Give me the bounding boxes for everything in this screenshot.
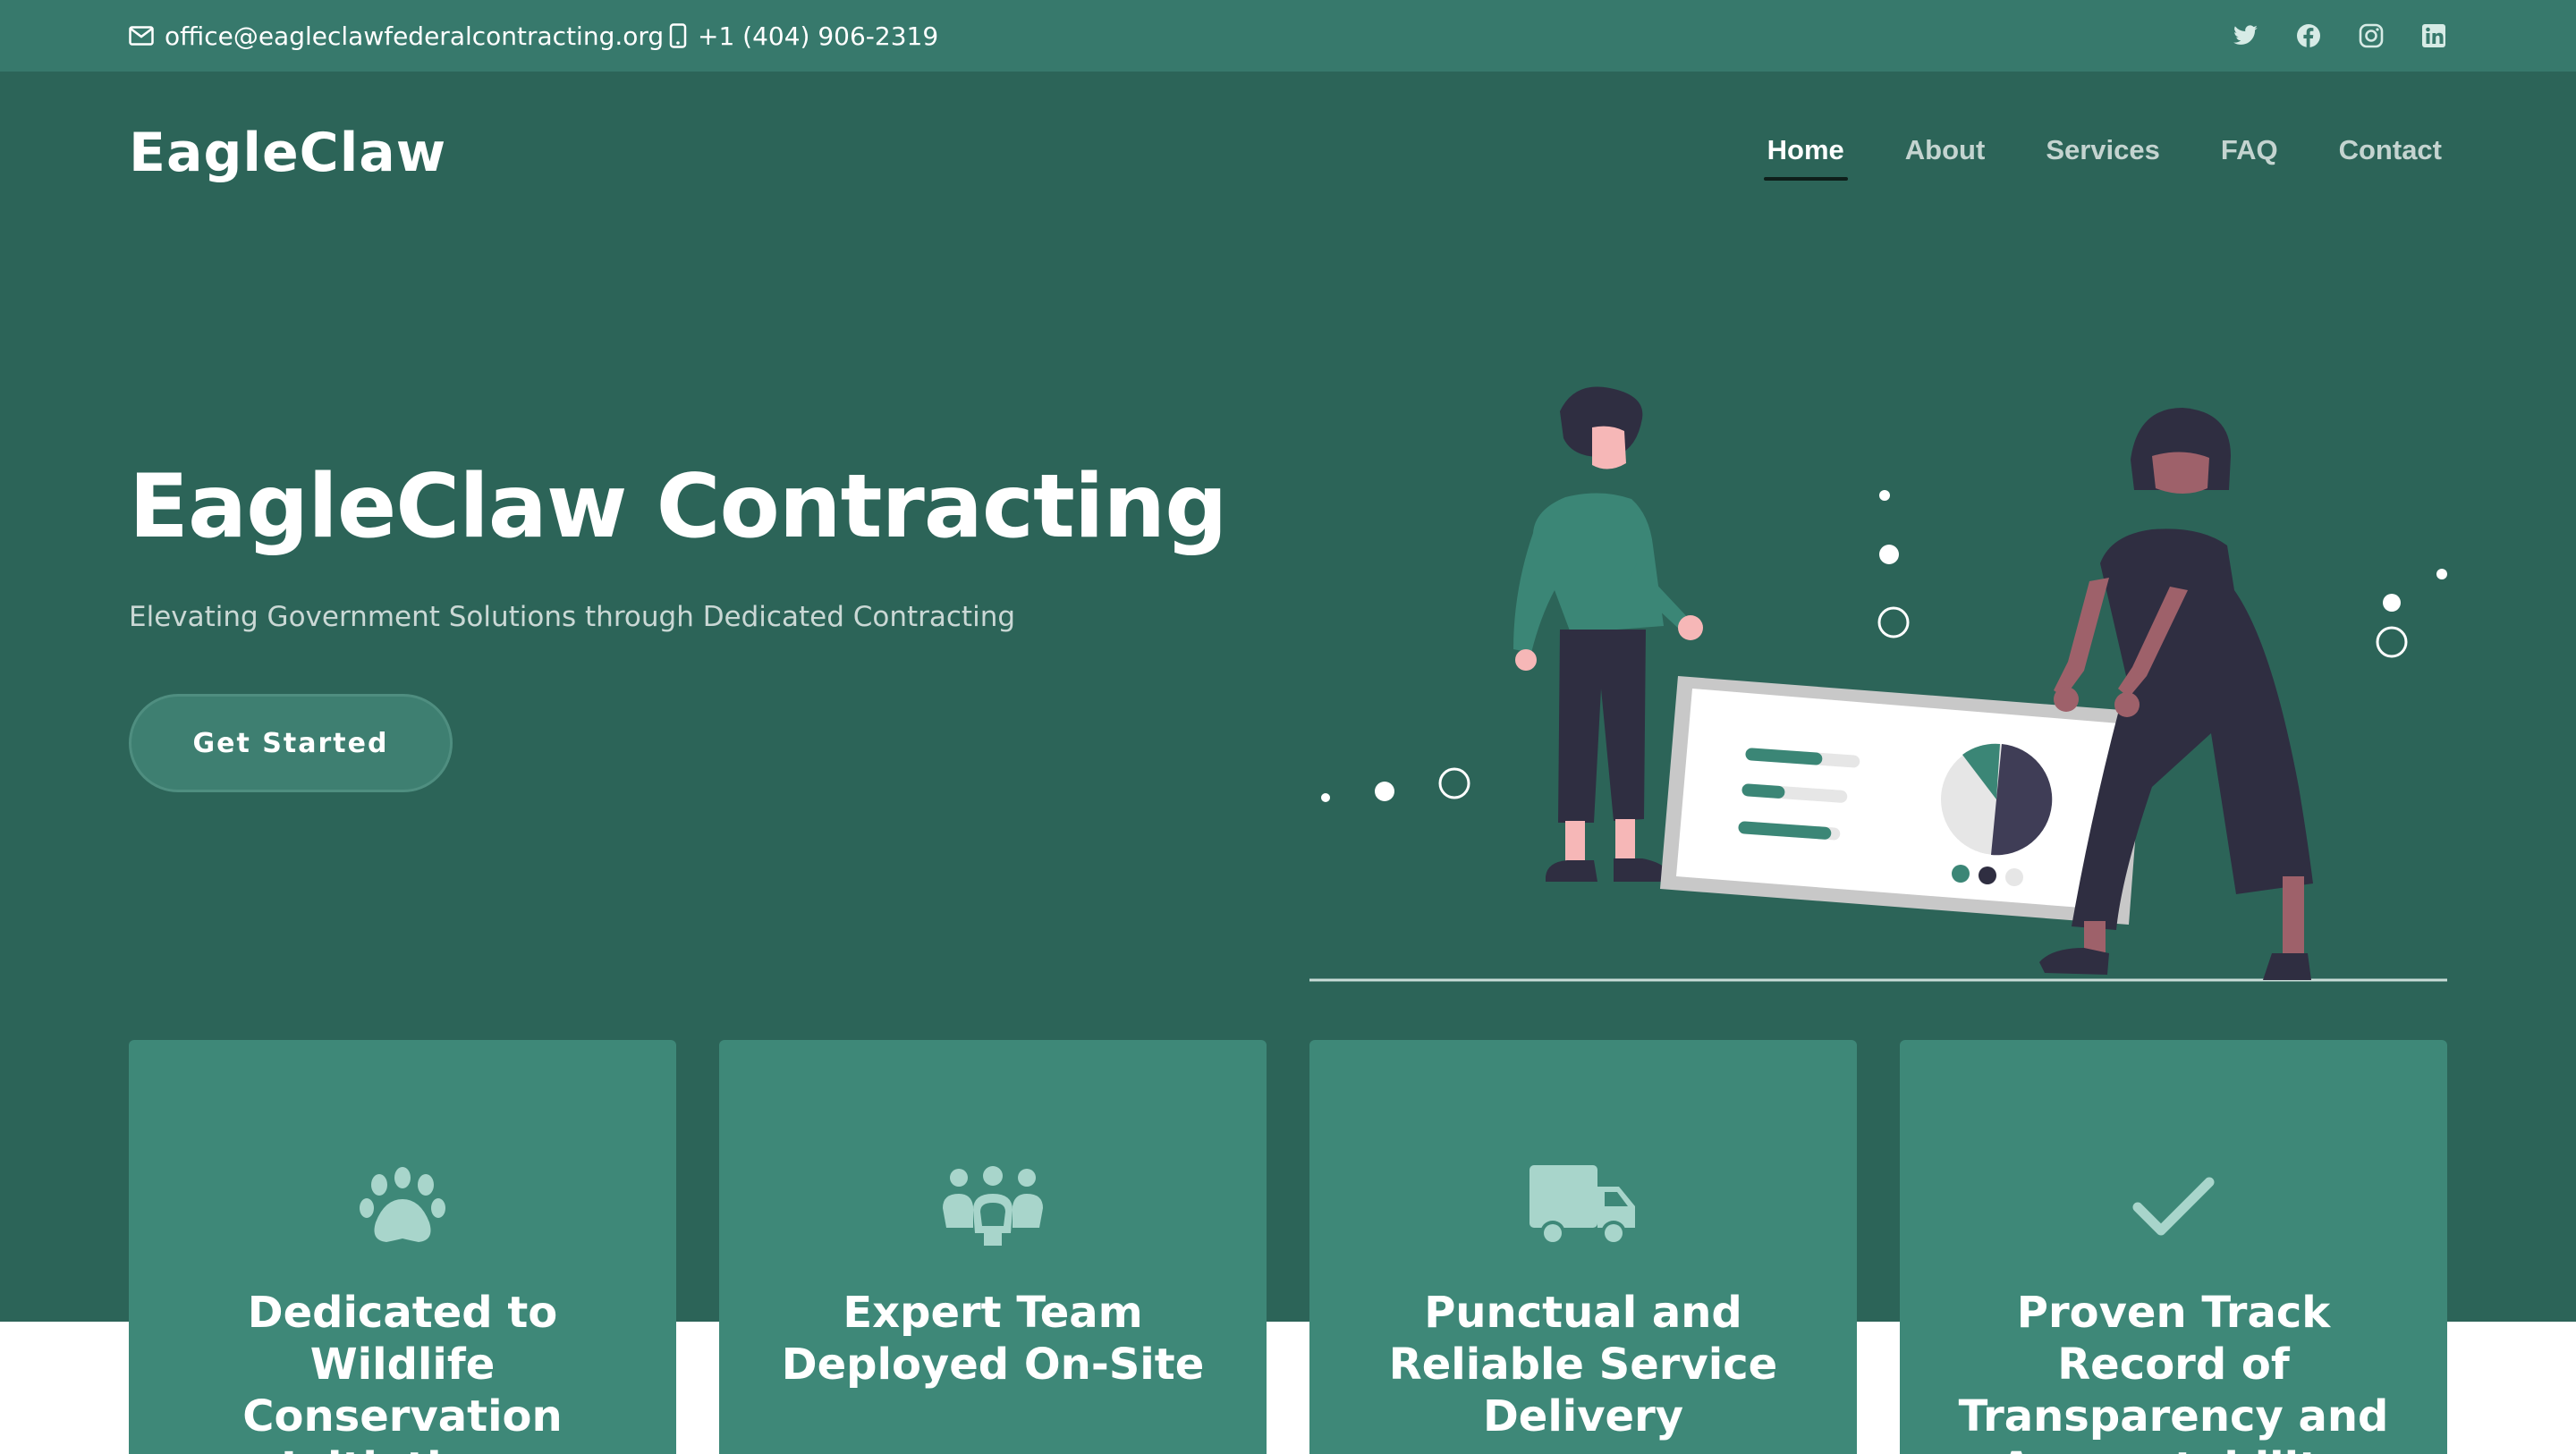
email-text[interactable]: office@eagleclawfederalcontracting.org — [165, 21, 664, 51]
social-links — [2233, 0, 2447, 72]
phone-icon — [669, 23, 687, 48]
feature-title: Proven Track Record of Transparency and … — [1958, 1288, 2389, 1454]
phone-contact[interactable]: +1 (404) 906-2319 — [669, 0, 938, 72]
twitter-icon[interactable] — [2233, 22, 2259, 49]
get-started-button[interactable]: Get Started — [129, 694, 453, 792]
hero-title: EagleClaw Contracting — [129, 456, 1227, 558]
facebook-icon[interactable] — [2295, 22, 2322, 49]
instagram-icon[interactable] — [2358, 22, 2385, 49]
feature-title: Dedicated to Wildlife Conservation Initi… — [242, 1288, 563, 1454]
site-logo[interactable]: EagleClaw — [129, 122, 446, 184]
nav-home[interactable]: Home — [1763, 134, 1848, 181]
hero-illustration — [1309, 386, 2447, 982]
top-bar: office@eagleclawfederalcontracting.org +… — [0, 0, 2576, 72]
nav-contact[interactable]: Contact — [2339, 134, 2442, 177]
feature-cards: Dedicated to Wildlife Conservation Initi… — [129, 1040, 2447, 1454]
feature-card-transparency[interactable]: Proven Track Record of Transparency and … — [1900, 1040, 2447, 1454]
truck-icon — [1309, 1162, 1857, 1251]
nav-faq[interactable]: FAQ — [2221, 134, 2278, 177]
nav-about[interactable]: About — [1905, 134, 1986, 177]
feature-card-wildlife[interactable]: Dedicated to Wildlife Conservation Initi… — [129, 1040, 676, 1454]
email-contact[interactable]: office@eagleclawfederalcontracting.org — [129, 0, 664, 72]
linkedin-icon[interactable] — [2420, 22, 2447, 49]
feature-card-team[interactable]: Expert Team Deployed On-Site — [719, 1040, 1267, 1454]
feature-card-delivery[interactable]: Punctual and Reliable Service Delivery — [1309, 1040, 1857, 1454]
hero-subtitle: Elevating Government Solutions through D… — [129, 601, 1016, 633]
nav-services[interactable]: Services — [2046, 134, 2160, 177]
team-icon — [719, 1162, 1267, 1251]
check-icon — [1900, 1162, 2447, 1251]
envelope-icon — [129, 26, 154, 46]
feature-title: Expert Team Deployed On-Site — [781, 1288, 1205, 1390]
paw-icon — [129, 1162, 676, 1251]
main-nav: Home About Services FAQ Contact — [1763, 134, 2442, 181]
phone-text[interactable]: +1 (404) 906-2319 — [698, 21, 938, 51]
feature-title: Punctual and Reliable Service Delivery — [1388, 1288, 1778, 1441]
